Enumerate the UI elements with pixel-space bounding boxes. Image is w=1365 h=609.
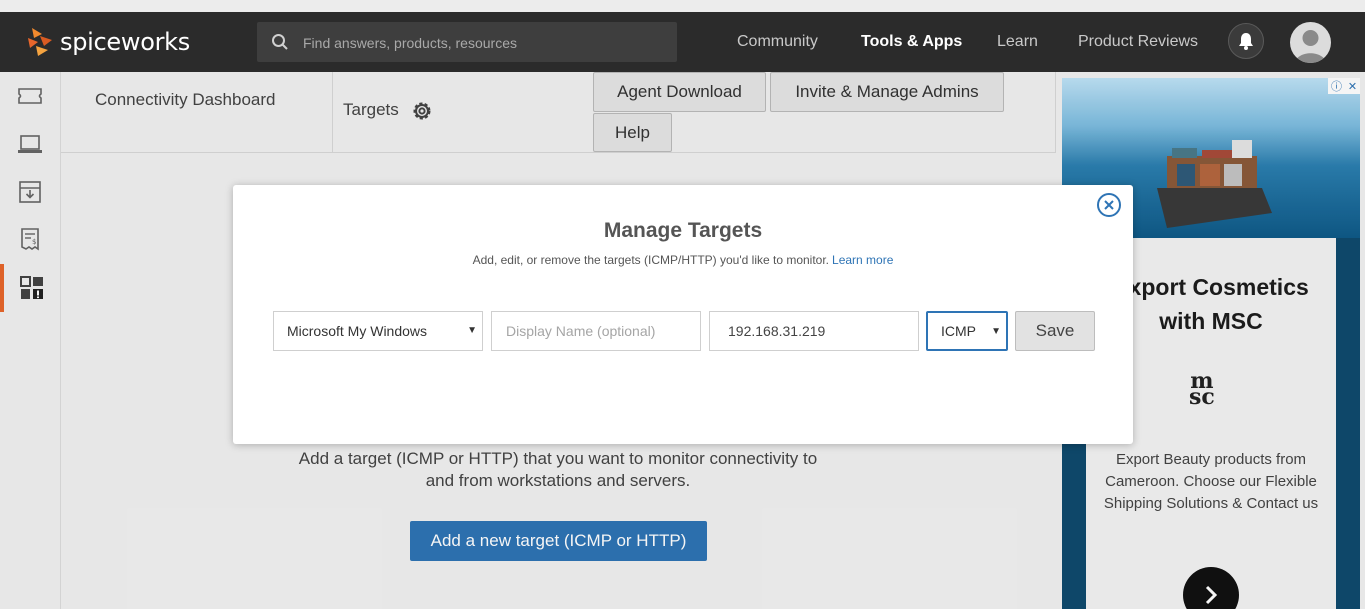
notifications-button[interactable] <box>1228 23 1264 59</box>
brand-name: spiceworks <box>60 28 190 56</box>
save-button[interactable]: Save <box>1015 311 1095 351</box>
user-avatar[interactable] <box>1290 22 1331 63</box>
manage-targets-modal: Manage Targets Add, edit, or remove the … <box>233 185 1133 444</box>
nav-learn[interactable]: Learn <box>997 33 1038 51</box>
close-icon <box>1104 200 1114 210</box>
target-select[interactable]: Microsoft My Windows ▼ <box>273 311 483 351</box>
protocol-select-value: ICMP <box>941 323 976 339</box>
browser-top-strip <box>0 0 1365 12</box>
nav-tools-apps[interactable]: Tools & Apps <box>861 33 962 51</box>
nav-community[interactable]: Community <box>737 33 818 51</box>
nav-product-reviews[interactable]: Product Reviews <box>1078 33 1198 51</box>
learn-more-link[interactable]: Learn more <box>832 253 893 267</box>
protocol-select[interactable]: ICMP ▼ <box>926 311 1008 351</box>
search-box <box>257 22 677 64</box>
spiceworks-logo[interactable]: spiceworks <box>24 24 190 60</box>
target-select-value: Microsoft My Windows <box>287 323 428 339</box>
dropdown-caret-icon: ▼ <box>467 325 477 336</box>
dropdown-caret-icon: ▼ <box>991 326 1001 337</box>
close-modal-button[interactable] <box>1097 193 1121 217</box>
modal-subtitle-text: Add, edit, or remove the targets (ICMP/H… <box>472 253 830 267</box>
address-input[interactable] <box>709 311 919 351</box>
bell-icon <box>1239 33 1253 50</box>
user-avatar-icon <box>1295 30 1326 63</box>
display-name-input[interactable] <box>491 311 701 351</box>
modal-subtitle: Add, edit, or remove the targets (ICMP/H… <box>233 253 1133 267</box>
search-input[interactable] <box>301 22 665 64</box>
top-navbar: spiceworks Community Tools & Apps Learn … <box>0 12 1365 72</box>
search-icon <box>272 34 288 50</box>
modal-title: Manage Targets <box>603 219 763 242</box>
spiceworks-logo-icon <box>28 28 52 56</box>
